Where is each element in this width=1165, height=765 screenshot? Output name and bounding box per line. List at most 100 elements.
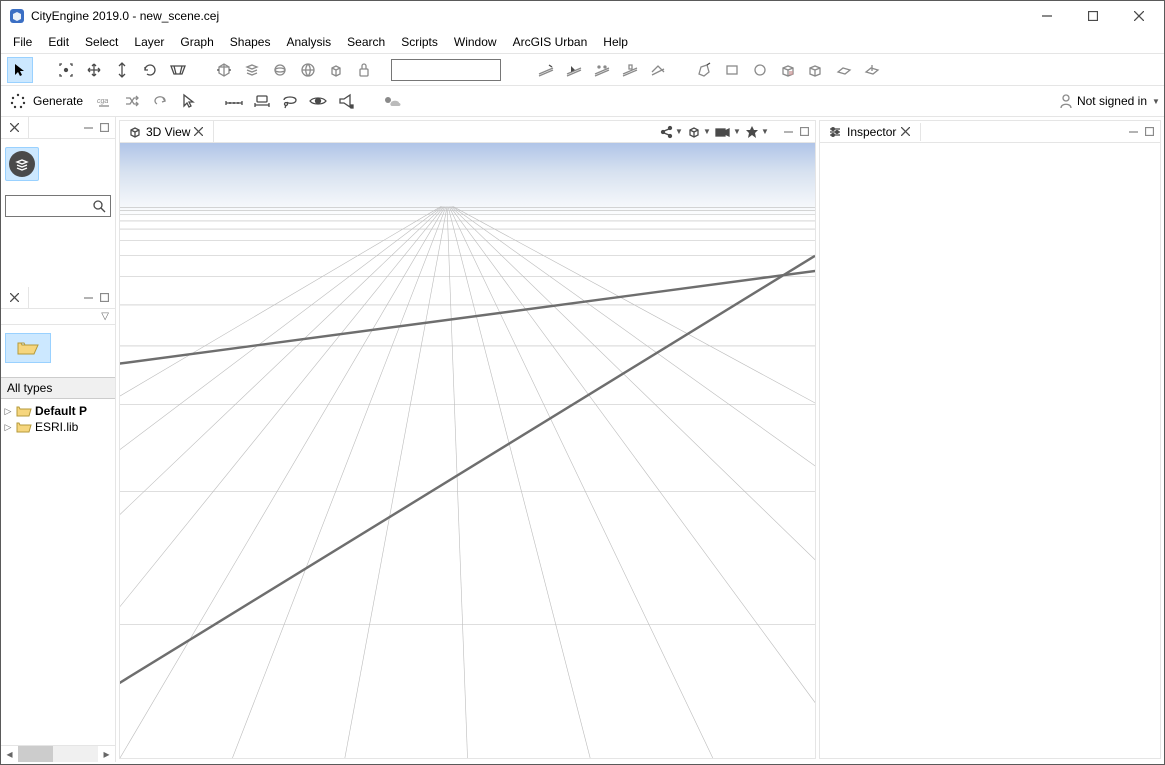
scale-tool[interactable] xyxy=(109,57,135,83)
stack-tool[interactable] xyxy=(239,57,265,83)
plane-tool[interactable] xyxy=(831,57,857,83)
navigator-panel-close[interactable] xyxy=(1,287,29,308)
generate-icon[interactable] xyxy=(7,88,29,114)
view-maximize[interactable] xyxy=(797,125,811,139)
lock-tool[interactable] xyxy=(351,57,377,83)
scroll-left-icon[interactable]: ◂ xyxy=(1,746,18,762)
tree-item-esrilib[interactable]: ▷ ESRI.lib xyxy=(3,419,113,435)
navigator-panel-maximize[interactable] xyxy=(97,291,111,305)
shuffle-tool[interactable] xyxy=(119,88,145,114)
app-icon xyxy=(9,8,25,24)
broadcast-tool[interactable] xyxy=(333,88,359,114)
scene-panel-maximize[interactable] xyxy=(97,121,111,135)
type-filter-select[interactable]: All types xyxy=(1,377,115,399)
signin-dropdown-icon[interactable]: ▼ xyxy=(1152,97,1158,106)
measure-tool[interactable] xyxy=(221,88,247,114)
scene-search-input[interactable] xyxy=(5,195,111,217)
rotate3d-tool[interactable] xyxy=(267,57,293,83)
generate-label[interactable]: Generate xyxy=(31,94,89,108)
street-draw-tool[interactable] xyxy=(533,57,559,83)
3d-view-tab[interactable]: 3D View xyxy=(120,121,214,142)
bookmark-dropdown[interactable]: ▼ xyxy=(743,125,769,139)
navigator-panel: ▽ All types ▷ Default P ▷ ESRI.lib xyxy=(1,287,115,762)
wire-box-tool[interactable] xyxy=(803,57,829,83)
toolbar-row-1 xyxy=(1,53,1164,85)
inspector-maximize[interactable] xyxy=(1142,125,1156,139)
undo-tool[interactable] xyxy=(147,88,173,114)
scroll-right-icon[interactable]: ▸ xyxy=(98,746,115,762)
globe-tool[interactable] xyxy=(295,57,321,83)
menu-scripts[interactable]: Scripts xyxy=(393,33,446,51)
user-icon xyxy=(1059,93,1073,109)
cga-tool[interactable]: cga xyxy=(91,88,117,114)
share-dropdown[interactable]: ▼ xyxy=(657,125,683,139)
menu-arcgis-urban[interactable]: ArcGIS Urban xyxy=(505,33,596,51)
window-close-button[interactable] xyxy=(1116,1,1162,31)
rotate-tool[interactable] xyxy=(137,57,163,83)
navigator-tree: ▷ Default P ▷ ESRI.lib xyxy=(1,399,115,745)
street-arrow-tool[interactable] xyxy=(561,57,587,83)
transform-tool[interactable] xyxy=(211,57,237,83)
polygon-tool[interactable] xyxy=(691,57,717,83)
navigator-hscrollbar[interactable]: ◂ ▸ xyxy=(1,745,115,762)
signin-label[interactable]: Not signed in xyxy=(1077,94,1147,108)
menu-shapes[interactable]: Shapes xyxy=(222,33,279,51)
street-cleanup-tool[interactable] xyxy=(617,57,643,83)
menu-help[interactable]: Help xyxy=(595,33,636,51)
rect-tool[interactable] xyxy=(719,57,745,83)
window-maximize-button[interactable] xyxy=(1070,1,1116,31)
menu-search[interactable]: Search xyxy=(339,33,393,51)
center-column: 3D View ▼ ▼ ▼ ▼ xyxy=(116,117,819,762)
menu-window[interactable]: Window xyxy=(446,33,505,51)
box-dropdown[interactable]: ▼ xyxy=(685,125,711,139)
plane-xy-tool[interactable] xyxy=(859,57,885,83)
layers-button[interactable] xyxy=(5,147,39,181)
3d-view-tab-label: 3D View xyxy=(146,125,190,139)
toolbar-search-input[interactable] xyxy=(391,59,501,81)
close-tab-icon[interactable] xyxy=(901,127,910,136)
expand-icon[interactable]: ▷ xyxy=(3,406,13,417)
open-folder-button[interactable] xyxy=(5,333,51,363)
camera-dropdown[interactable]: ▼ xyxy=(713,125,741,139)
scene-panel-close[interactable] xyxy=(1,117,29,138)
expand-icon[interactable]: ▷ xyxy=(3,422,13,433)
circle-tool[interactable] xyxy=(747,57,773,83)
frame-tool[interactable] xyxy=(53,57,79,83)
measure-area-tool[interactable] xyxy=(249,88,275,114)
menu-edit[interactable]: Edit xyxy=(40,33,77,51)
pointer-tool[interactable] xyxy=(175,88,201,114)
scene-panel-minimize[interactable] xyxy=(81,121,95,135)
search-icon xyxy=(92,199,106,213)
cube-icon xyxy=(128,125,142,139)
left-column: ▽ All types ▷ Default P ▷ ESRI.lib xyxy=(1,117,116,762)
inspector-tab[interactable]: Inspector xyxy=(820,123,921,141)
scroll-thumb[interactable] xyxy=(18,746,53,762)
select-tool[interactable] xyxy=(7,57,33,83)
box-tool[interactable] xyxy=(323,57,349,83)
lasso-tool[interactable] xyxy=(277,88,303,114)
menu-layer[interactable]: Layer xyxy=(126,33,172,51)
ground-grid xyxy=(120,143,815,758)
menu-graph[interactable]: Graph xyxy=(172,33,221,51)
menu-file[interactable]: File xyxy=(5,33,40,51)
visibility-tool[interactable] xyxy=(305,88,331,114)
move-tool[interactable] xyxy=(81,57,107,83)
menu-analysis[interactable]: Analysis xyxy=(278,33,339,51)
navigator-panel-minimize[interactable] xyxy=(81,291,95,305)
perspective-tool[interactable] xyxy=(165,57,191,83)
project-folder-icon xyxy=(16,404,32,418)
right-column: Inspector xyxy=(819,117,1164,762)
close-tab-icon[interactable] xyxy=(194,127,203,136)
street-edit-tool[interactable] xyxy=(589,57,615,83)
view-minimize[interactable] xyxy=(781,125,795,139)
inspector-minimize[interactable] xyxy=(1126,125,1140,139)
tree-item-default[interactable]: ▷ Default P xyxy=(3,403,113,419)
3d-viewport[interactable] xyxy=(119,142,816,759)
scene-panel xyxy=(1,117,115,287)
weather-tool[interactable] xyxy=(379,88,405,114)
window-minimize-button[interactable] xyxy=(1024,1,1070,31)
menu-select[interactable]: Select xyxy=(77,33,126,51)
texture-box-tool[interactable] xyxy=(775,57,801,83)
street-grow-tool[interactable] xyxy=(645,57,671,83)
navigator-view-menu[interactable]: ▽ xyxy=(1,309,115,325)
